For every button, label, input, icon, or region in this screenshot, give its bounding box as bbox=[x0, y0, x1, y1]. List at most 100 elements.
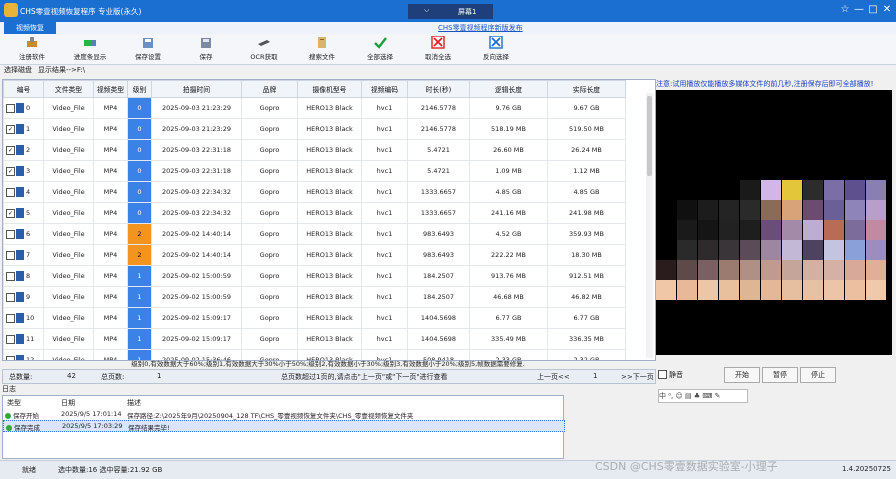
row-checkbox[interactable] bbox=[6, 103, 15, 113]
row-select-cell[interactable]: 11 bbox=[3, 328, 44, 350]
row-checkbox[interactable] bbox=[6, 292, 15, 302]
cell-dur: 5.4721 bbox=[407, 160, 470, 182]
minimize-button[interactable]: — bbox=[852, 3, 866, 17]
mute-checkbox[interactable] bbox=[658, 370, 667, 379]
table-row[interactable]: 11 Video_File MP4 1 2025-09-02 15:09:17 Gopro… bbox=[3, 328, 626, 350]
row-select-cell[interactable]: 6 bbox=[3, 223, 44, 245]
table-row[interactable]: 7 Video_File MP4 2 2025-09-02 14:40:14 Gopro H… bbox=[3, 244, 626, 266]
col-header[interactable]: 文件类型 bbox=[43, 80, 94, 98]
cell-actual: 9.67 GB bbox=[547, 97, 626, 119]
next-page-button[interactable]: >>下一页 bbox=[621, 372, 654, 382]
preview-pixel bbox=[740, 280, 760, 300]
cell-level: 0 bbox=[127, 181, 152, 203]
cell-vtype: MP4 bbox=[93, 202, 128, 224]
prev-page-button[interactable]: 上一页<< bbox=[537, 372, 570, 382]
row-checkbox[interactable] bbox=[6, 187, 15, 197]
row-checkbox[interactable] bbox=[6, 271, 15, 281]
table-row[interactable]: 4 Video_File MP4 0 2025-09-03 22:34:32 Gopro H… bbox=[3, 181, 626, 203]
search-file-button[interactable]: 搜索文件 bbox=[294, 34, 350, 64]
cell-vtype: MP4 bbox=[93, 244, 128, 266]
table-row[interactable]: ✓ 5 Video_File MP4 0 2025-09-03 22:34:32 Gopro… bbox=[3, 202, 626, 224]
table-row[interactable]: 6 Video_File MP4 2 2025-09-02 14:40:14 Gopro H… bbox=[3, 223, 626, 245]
video-file-icon bbox=[16, 187, 24, 197]
preview-pixel bbox=[677, 200, 697, 220]
row-select-cell[interactable]: 7 bbox=[3, 244, 44, 266]
pause-button[interactable]: 暂停 bbox=[762, 367, 798, 383]
tab-video-recovery[interactable]: 视频恢复 bbox=[4, 22, 56, 34]
col-header[interactable]: 视频编码 bbox=[361, 80, 408, 98]
save-settings-button[interactable]: 保存设置 bbox=[120, 34, 176, 64]
table-row[interactable]: 8 Video_File MP4 1 2025-09-02 15:00:59 Gopro H… bbox=[3, 265, 626, 287]
row-select-cell[interactable]: 8 bbox=[3, 265, 44, 287]
cell-type: Video_File bbox=[43, 223, 94, 245]
maximize-button[interactable]: □ bbox=[866, 3, 880, 17]
col-header[interactable]: 实际长度 bbox=[547, 80, 626, 98]
cell-model: HERO13 Black bbox=[297, 97, 362, 119]
cell-brand: Gopro bbox=[241, 97, 298, 119]
save-icon bbox=[201, 38, 211, 48]
col-header[interactable]: 编号 bbox=[3, 80, 44, 98]
col-header[interactable]: 时长(秒) bbox=[407, 80, 470, 98]
save-button[interactable]: 保存 bbox=[178, 34, 234, 64]
register-button[interactable]: 注册软件 bbox=[4, 34, 60, 64]
ime-toolbar[interactable]: 中 ⁰, ☺ ▤ ♣ ⌨ ✎ bbox=[658, 389, 748, 403]
row-select-cell[interactable]: ✓ 3 bbox=[3, 160, 44, 182]
ocr-button[interactable]: OCR获取 bbox=[236, 34, 292, 64]
screen-selector[interactable]: ⌵ 屏幕1 bbox=[408, 4, 493, 19]
col-header[interactable]: 拍摄时间 bbox=[151, 80, 242, 98]
deselect-all-button[interactable]: 取消全选 bbox=[410, 34, 466, 64]
table-row[interactable]: 0 Video_File MP4 0 2025-09-03 21:23:29 Gopro H… bbox=[3, 97, 626, 119]
cell-time: 2025-09-02 15:09:17 bbox=[151, 307, 242, 329]
table-scrollbar-thumb[interactable] bbox=[647, 96, 652, 176]
stop-button[interactable]: 停止 bbox=[800, 367, 836, 383]
preview-pixel bbox=[782, 200, 802, 220]
col-header[interactable]: 品牌 bbox=[241, 80, 298, 98]
current-page-input[interactable]: 1 bbox=[593, 372, 597, 380]
row-checkbox[interactable]: ✓ bbox=[6, 124, 15, 134]
select-disk-label[interactable]: 选择磁盘 bbox=[4, 65, 32, 75]
select-all-button[interactable]: 全部选择 bbox=[352, 34, 408, 64]
row-select-cell[interactable]: 0 bbox=[3, 97, 44, 119]
col-header[interactable]: 视频类型 bbox=[93, 80, 128, 98]
row-checkbox[interactable] bbox=[6, 229, 15, 239]
progress-display-button[interactable]: 进度条显示 bbox=[62, 34, 118, 64]
cell-codec: hvc1 bbox=[361, 328, 408, 350]
col-header[interactable]: 逻辑长度 bbox=[469, 80, 548, 98]
row-select-cell[interactable]: ✓ 5 bbox=[3, 202, 44, 224]
cell-codec: hvc1 bbox=[361, 181, 408, 203]
log-row[interactable]: 保存完成 2025/9/5 17:03:29 保存结果完毕! bbox=[3, 420, 565, 432]
row-select-cell[interactable]: 9 bbox=[3, 286, 44, 308]
log-row[interactable]: 保存开始 2025/9/5 17:01:14 保存路径:Z:\2025年9月\2… bbox=[3, 409, 563, 420]
status-version: 1.4.20250725 bbox=[842, 465, 891, 473]
col-header[interactable]: 摄像机型号 bbox=[297, 80, 362, 98]
table-row[interactable]: 9 Video_File MP4 1 2025-09-02 15:00:59 Gopro H… bbox=[3, 286, 626, 308]
preview-pixel bbox=[803, 180, 823, 200]
preview-pixel bbox=[782, 140, 802, 160]
cell-actual: 359.93 MB bbox=[547, 223, 626, 245]
preview-pixel bbox=[845, 260, 865, 280]
cell-dur: 1333.6657 bbox=[407, 181, 470, 203]
cell-time: 2025-09-02 15:09:17 bbox=[151, 328, 242, 350]
preview-pixel bbox=[803, 200, 823, 220]
table-row[interactable]: ✓ 2 Video_File MP4 0 2025-09-03 22:31:18 Gopro… bbox=[3, 139, 626, 161]
row-select-cell[interactable]: 10 bbox=[3, 307, 44, 329]
close-button[interactable]: ✕ bbox=[880, 3, 894, 17]
col-header[interactable]: 级别 bbox=[127, 80, 152, 98]
row-checkbox[interactable]: ✓ bbox=[6, 166, 15, 176]
row-checkbox[interactable] bbox=[6, 313, 15, 323]
row-checkbox[interactable]: ✓ bbox=[6, 208, 15, 218]
row-checkbox[interactable]: ✓ bbox=[6, 145, 15, 155]
invert-selection-button[interactable]: 反向选择 bbox=[468, 34, 524, 64]
status-ready: 就绪 bbox=[22, 466, 36, 474]
table-row[interactable]: 10 Video_File MP4 1 2025-09-02 15:09:17 Gopro… bbox=[3, 307, 626, 329]
row-checkbox[interactable] bbox=[6, 334, 15, 344]
pin-button[interactable]: ☆ bbox=[838, 3, 852, 17]
row-select-cell[interactable]: ✓ 1 bbox=[3, 118, 44, 140]
row-select-cell[interactable]: ✓ 2 bbox=[3, 139, 44, 161]
start-button[interactable]: 开始 bbox=[724, 367, 760, 383]
table-row[interactable]: ✓ 1 Video_File MP4 0 2025-09-03 21:23:29 Gopro… bbox=[3, 118, 626, 140]
row-checkbox[interactable] bbox=[6, 250, 15, 260]
row-select-cell[interactable]: 4 bbox=[3, 181, 44, 203]
new-version-link[interactable]: CHS零壹视频程序新版发布 bbox=[438, 23, 523, 33]
table-row[interactable]: ✓ 3 Video_File MP4 0 2025-09-03 22:31:18 Gopro… bbox=[3, 160, 626, 182]
